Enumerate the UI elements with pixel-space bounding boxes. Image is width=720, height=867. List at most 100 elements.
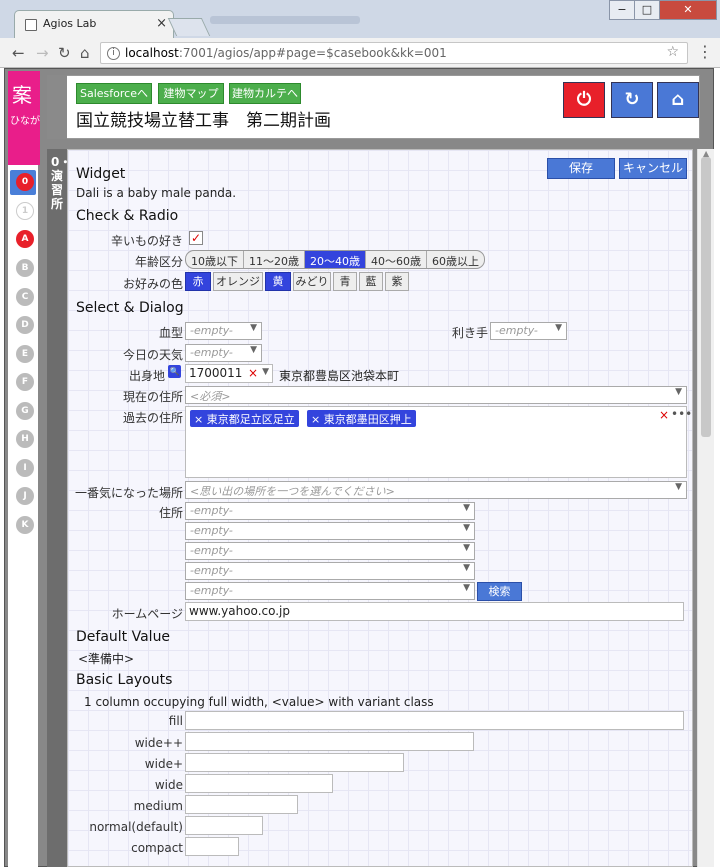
sidebar-item-a[interactable]: A (16, 230, 34, 248)
hand-select[interactable]: -empty- ▼ (490, 322, 567, 340)
clear-icon[interactable]: × (248, 366, 258, 380)
address-select-5[interactable]: -empty- ▼ (185, 582, 475, 600)
address-value: -empty- (190, 544, 233, 557)
color-chip-indigo[interactable]: 藍 (359, 272, 383, 291)
url-host: localhost (125, 46, 179, 60)
save-button[interactable]: 保存 (547, 158, 615, 179)
new-tab-button[interactable] (167, 18, 211, 36)
spicy-checkbox[interactable]: ✓ (189, 231, 203, 245)
color-chip-yellow[interactable]: 黄 (265, 272, 291, 291)
refresh-button[interactable]: ↻ (611, 82, 653, 118)
sidebar-item-b[interactable]: B (16, 259, 34, 277)
layout-input-normal[interactable] (185, 816, 263, 835)
current-address-placeholder: <必須> (190, 390, 231, 403)
past-address-tag[interactable]: × 東京都墨田区押上 (307, 410, 416, 427)
past-address-tag[interactable]: × 東京都足立区足立 (190, 410, 299, 427)
color-chip-purple[interactable]: 紫 (385, 272, 409, 291)
homepage-input[interactable]: www.yahoo.co.jp (185, 602, 684, 621)
layout-label-wide-plus-plus: wide++ (134, 736, 183, 750)
minimize-button[interactable]: − (609, 0, 635, 20)
sidebar-item-f[interactable]: F (16, 373, 34, 391)
forward-icon[interactable]: → (36, 44, 49, 62)
hand-value: -empty- (495, 324, 538, 337)
basic-layouts-description: 1 column occupying full width, <value> w… (84, 695, 434, 709)
age-option[interactable]: 40～60歳 (366, 251, 427, 268)
birth-zip-input[interactable]: 1700011 × ▼ (185, 364, 273, 383)
color-chip-red[interactable]: 赤 (185, 272, 211, 291)
search-icon[interactable]: 🔍 (168, 365, 181, 378)
power-button[interactable]: ⏻ (563, 82, 605, 118)
age-option-selected[interactable]: 20～40歳 (305, 251, 366, 268)
url-input[interactable]: i localhost:7001/agios/app#page=$caseboo… (100, 42, 688, 64)
favorite-place-select[interactable]: <思い出の場所を一つを選んでください> ▼ (185, 481, 687, 499)
past-address-multiselect[interactable]: × 東京都足立区足立 × 東京都墨田区押上 × ••• (185, 406, 692, 478)
layout-input-medium[interactable] (185, 795, 298, 814)
birth-label: 出身地 (128, 369, 165, 383)
clear-icon[interactable]: × (659, 408, 669, 422)
address-select-1[interactable]: -empty- ▼ (185, 502, 475, 520)
back-icon[interactable]: ← (12, 44, 25, 62)
home-button[interactable]: ⌂ (657, 82, 699, 118)
address-value: -empty- (190, 504, 233, 517)
section-label: 0・演習所 (47, 149, 71, 867)
color-chip-orange[interactable]: オレンジ (213, 272, 263, 291)
chevron-down-icon: ▼ (675, 482, 682, 492)
browser-menu-icon[interactable]: ⋮ (697, 42, 713, 61)
spicy-label: 辛いもの好き (110, 234, 183, 248)
weather-select[interactable]: -empty- ▼ (185, 344, 262, 362)
layout-input-fill[interactable] (185, 711, 684, 730)
sidebar-item-0[interactable]: 0 (16, 173, 34, 191)
sidebar-item-1[interactable]: 1 (16, 202, 34, 220)
layout-input-wide[interactable] (185, 774, 333, 793)
homepage-label: ホームページ (111, 607, 183, 621)
sidebar-item-g[interactable]: G (16, 402, 34, 420)
more-icon[interactable]: ••• (671, 407, 692, 421)
age-option[interactable]: 11～20歳 (244, 251, 305, 268)
building-chart-link-button[interactable]: 建物カルテへ (229, 83, 301, 104)
window-close-button[interactable]: ✕ (659, 0, 717, 20)
home-icon[interactable]: ⌂ (80, 44, 90, 62)
maximize-button[interactable]: □ (634, 0, 660, 20)
past-address-label: 過去の住所 (122, 411, 183, 425)
chevron-down-icon: ▼ (250, 345, 257, 355)
sidebar-item-e[interactable]: E (16, 345, 34, 363)
sidebar-item-k[interactable]: K (16, 516, 34, 534)
salesforce-link-button[interactable]: Salesforceへ (76, 83, 152, 104)
address-value: -empty- (190, 524, 233, 537)
address-select-2[interactable]: -empty- ▼ (185, 522, 475, 540)
age-label: 年齢区分 (134, 255, 183, 269)
select-dialog-heading: Select & Dialog (76, 300, 184, 316)
age-option[interactable]: 10歳以下 (186, 251, 244, 268)
browser-tab[interactable]: Agios Lab × (14, 10, 174, 38)
sidebar-item-i[interactable]: I (16, 459, 34, 477)
cancel-button[interactable]: キャンセル (619, 158, 687, 179)
age-option[interactable]: 60歳以上 (427, 251, 484, 268)
address-select-4[interactable]: -empty- ▼ (185, 562, 475, 580)
close-tab-icon[interactable]: × (156, 16, 167, 31)
sidebar-item-h[interactable]: H (16, 430, 34, 448)
sidebar-item-c[interactable]: C (16, 288, 34, 306)
scrollbar-thumb[interactable] (701, 157, 711, 437)
brand-glyph: 案 (12, 83, 32, 107)
blood-select[interactable]: -empty- ▼ (185, 322, 262, 340)
color-chip-blue[interactable]: 青 (333, 272, 357, 291)
layout-input-compact[interactable] (185, 837, 239, 856)
reload-icon[interactable]: ↻ (58, 44, 71, 62)
chevron-down-icon: ▼ (463, 543, 470, 553)
color-chip-green[interactable]: みどり (293, 272, 331, 291)
sidebar-item-d[interactable]: D (16, 316, 34, 334)
info-icon[interactable]: i (107, 47, 120, 60)
address-search-button[interactable]: 検索 (477, 582, 522, 601)
weather-value: -empty- (190, 346, 233, 359)
layout-label-normal: normal(default) (89, 820, 183, 834)
sidebar-item-j[interactable]: J (16, 487, 34, 505)
layout-input-wide-plus[interactable] (185, 753, 404, 772)
current-address-select[interactable]: <必須> ▼ (185, 386, 687, 404)
bookmark-star-icon[interactable]: ☆ (666, 44, 679, 60)
scrollbar[interactable]: ▲ (697, 149, 714, 867)
sidebar-brand[interactable]: 案 ひなが (8, 71, 40, 165)
layout-input-wide-plus-plus[interactable] (185, 732, 474, 751)
address-select-3[interactable]: -empty- ▼ (185, 542, 475, 560)
building-map-link-button[interactable]: 建物マップへ (158, 83, 224, 119)
address-bar: ← → ↻ ⌂ i localhost:7001/agios/app#page=… (0, 38, 720, 68)
